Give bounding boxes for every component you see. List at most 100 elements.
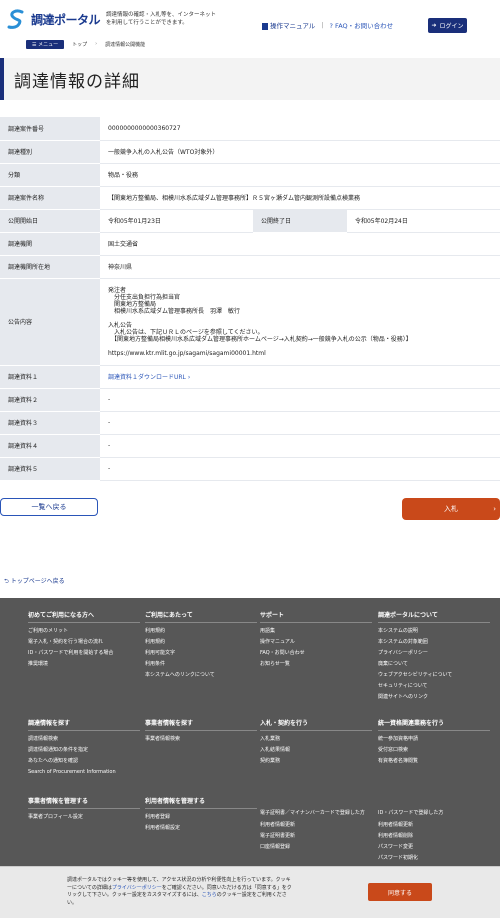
doc3-value: - <box>100 411 500 435</box>
footer-link[interactable]: 利用条件 <box>145 661 257 668</box>
footer-link[interactable]: 電子証明書更新 <box>260 833 372 840</box>
start-label: 公開開始日 <box>0 209 100 233</box>
footer-link[interactable]: 利用者情報削除 <box>378 833 490 840</box>
menu-button[interactable]: ☰ メニュー <box>26 39 65 49</box>
name-value: 【関東地方整備局、相模川水系広域ダム管理事務所】Ｒ５宮ヶ瀬ダム管内観測所設備点検… <box>100 186 500 210</box>
type-value: 一般競争入札の入札公告（WTO対象外） <box>100 140 500 164</box>
footer-heading: 統一資格関連業務を行う <box>378 718 490 731</box>
footer-heading[interactable]: 初めてご利用になる方へ <box>28 610 140 623</box>
back-to-list-button[interactable]: 一覧へ戻る <box>0 497 98 516</box>
footer-link[interactable]: ID・パスワードで利用を開始する場合 <box>28 650 140 657</box>
footer-heading: 利用者情報を管理する <box>145 796 257 809</box>
footer-heading[interactable]: 調達ポータルについて <box>378 610 490 623</box>
logo-mark-icon <box>7 9 24 29</box>
footer-link[interactable]: 入札結果情報 <box>260 747 372 754</box>
footer-link[interactable]: パスワード初期化 <box>378 855 490 862</box>
cookie-agree-button[interactable]: 同意する <box>368 883 432 901</box>
footer-link[interactable]: 利用者情報更新 <box>378 822 490 829</box>
footer-link[interactable]: 利用規約 <box>145 639 257 646</box>
cookie-settings-link[interactable]: こちら <box>202 892 217 898</box>
doc3-label: 調達資料３ <box>0 411 100 435</box>
page-title-bar: 調達情報の詳細 <box>0 58 500 100</box>
footer-link[interactable]: Search of Procurement Information <box>28 769 140 776</box>
footer-subheading: 電子証明書／マイナンバーカードで登録した方 <box>260 810 365 816</box>
footer-link[interactable]: 調達情報通知の条件を指定 <box>28 747 140 754</box>
footer-link[interactable]: 推奨環境 <box>28 661 140 668</box>
footer-heading[interactable]: ご利用にあたって <box>145 610 257 623</box>
footer-link[interactable]: 操作マニュアル <box>260 639 372 646</box>
footer-link[interactable]: 用語集 <box>260 628 372 635</box>
footer-link[interactable]: セキュリティについて <box>378 683 490 690</box>
logo-text: 調達ポータル <box>31 12 101 27</box>
bid-button[interactable]: 入札 › <box>402 497 500 520</box>
footer-link[interactable]: 統一参加資格申請 <box>378 736 490 743</box>
doc1-download-link[interactable]: 調達資料１ダウンロードURL <box>108 374 186 381</box>
login-button[interactable]: ➜ ログイン <box>428 18 467 33</box>
footer-link[interactable]: ご利用のメリット <box>28 628 140 635</box>
footer-link[interactable]: 電子入札・契約を行う場合の流れ <box>28 639 140 646</box>
category-value: 物品・役務 <box>100 163 500 187</box>
footer-link[interactable]: 調達情報検索 <box>28 736 140 743</box>
detail-table: 調達案件番号 0000000000000360727 調達種別 一般競争入札の入札公… <box>0 117 500 481</box>
footer-link[interactable]: 利用者情報設定 <box>145 825 257 832</box>
login-icon: ➜ <box>431 22 437 29</box>
cookie-banner: 調達ポータルではクッキー等を使用して、アクセス状況の分析や利便性向上を行っていま… <box>0 866 500 918</box>
doc4-label: 調達資料４ <box>0 434 100 458</box>
site-tagline: 調達情報の確認・入札等を、インターネットを利用して行うことができます。 <box>106 12 217 26</box>
footer-link[interactable]: パスワード変更 <box>378 844 490 851</box>
footer-link[interactable]: 関連サイトへのリンク <box>378 694 490 701</box>
footer-heading: 事業者情報を探す <box>145 718 257 731</box>
site-header: 調達ポータル 調達情報の確認・入札等を、インターネットを利用して行うことができま… <box>0 0 500 38</box>
footer-col-support: サポート 用語集操作マニュアル FAQ・お問い合わせ お知らせ一覧 <box>260 610 372 672</box>
footer-col-certificate: 電子証明書／マイナンバーカードで登録した方 利用者情報更新 電子証明書更新 口座情報… <box>260 810 372 855</box>
footer-col-search-procurement: 調達情報を探す 調達情報検索 調達情報通知の条件を指定 あなたへの通知を確認 Sear… <box>28 718 140 780</box>
footer-link[interactable]: FAQ・お問い合わせ <box>260 650 372 657</box>
header-nav: 操作マニュアル | ? FAQ・お問い合わせ <box>262 20 393 30</box>
footer-col-bid: 入札・契約を行う 入札業務 入札結果情報 契約業務 <box>260 718 372 769</box>
footer-link[interactable]: 受付窓口検索 <box>378 747 490 754</box>
footer-link[interactable]: あなたへの通知を確認 <box>28 758 140 765</box>
footer-heading: 調達情報を探す <box>28 718 140 731</box>
action-area: 一覧へ戻る 入札 › <box>0 481 500 541</box>
doc2-value: - <box>100 388 500 412</box>
footer-link[interactable]: ウェブアクセシビリティについて <box>378 672 490 679</box>
footer-link[interactable]: 事業者情報検索 <box>145 736 257 743</box>
privacy-policy-link[interactable]: プライバシーポリシー <box>112 885 162 891</box>
back-to-top-link[interactable]: ⮌ トップページへ戻る <box>4 576 65 587</box>
footer-link[interactable]: 事業者プロフィール設定 <box>28 814 140 821</box>
footer-link[interactable]: 利用可能文字 <box>145 650 257 657</box>
footer-link[interactable]: 契約業務 <box>260 758 372 765</box>
chevron-right-icon: › <box>95 41 98 47</box>
footer-link[interactable]: 本システムの対象範囲 <box>378 639 490 646</box>
org-label: 調達機関 <box>0 232 100 256</box>
footer-col-idpass: ID・パスワードで登録した方 利用者情報更新 利用者情報削除 パスワード変更 パスワー… <box>378 810 490 866</box>
doc4-value: - <box>100 434 500 458</box>
type-label: 調達種別 <box>0 140 100 164</box>
footer-heading: サポート <box>260 610 372 623</box>
footer-link[interactable]: プライバシーポリシー <box>378 650 490 657</box>
nav-divider: | <box>321 21 324 29</box>
chevron-right-icon: › <box>493 504 496 513</box>
end-label: 公開終了日 <box>252 209 347 233</box>
footer-link[interactable]: お知らせ一覧 <box>260 661 372 668</box>
footer-heading: 事業者情報を管理する <box>28 796 140 809</box>
footer-link[interactable]: 有資格者名簿閲覧 <box>378 758 490 765</box>
footer-link[interactable]: 利用者登録 <box>145 814 257 821</box>
manual-link[interactable]: 操作マニュアル <box>262 20 315 30</box>
doc5-label: 調達資料５ <box>0 457 100 481</box>
chevron-right-icon: › <box>187 374 191 381</box>
footer-link[interactable]: 口座情報登録 <box>260 844 372 851</box>
site-logo[interactable]: 調達ポータル <box>6 8 101 30</box>
loc-value: 神奈川県 <box>100 255 500 279</box>
footer-link[interactable]: 本システムの説明 <box>378 628 490 635</box>
footer-link[interactable]: 利用規約 <box>145 628 257 635</box>
breadcrumb-top[interactable]: トップ <box>72 41 87 48</box>
footer-link[interactable]: 廃棄について <box>378 661 490 668</box>
footer-link[interactable]: 利用者情報更新 <box>260 822 372 829</box>
footer-link[interactable]: 入札業務 <box>260 736 372 743</box>
footer-col-usage: ご利用にあたって 利用規約 利用規約 利用可能文字 利用条件 本システムへのリンクについ… <box>145 610 257 683</box>
faq-link[interactable]: ? FAQ・お問い合わせ <box>330 20 394 30</box>
page-title: 調達情報の詳細 <box>14 71 140 92</box>
footer-link[interactable]: 本システムへのリンクについて <box>145 672 257 679</box>
footer-col-about: 調達ポータルについて 本システムの説明 本システムの対象範囲 プライバシーポリシー廃… <box>378 610 490 705</box>
